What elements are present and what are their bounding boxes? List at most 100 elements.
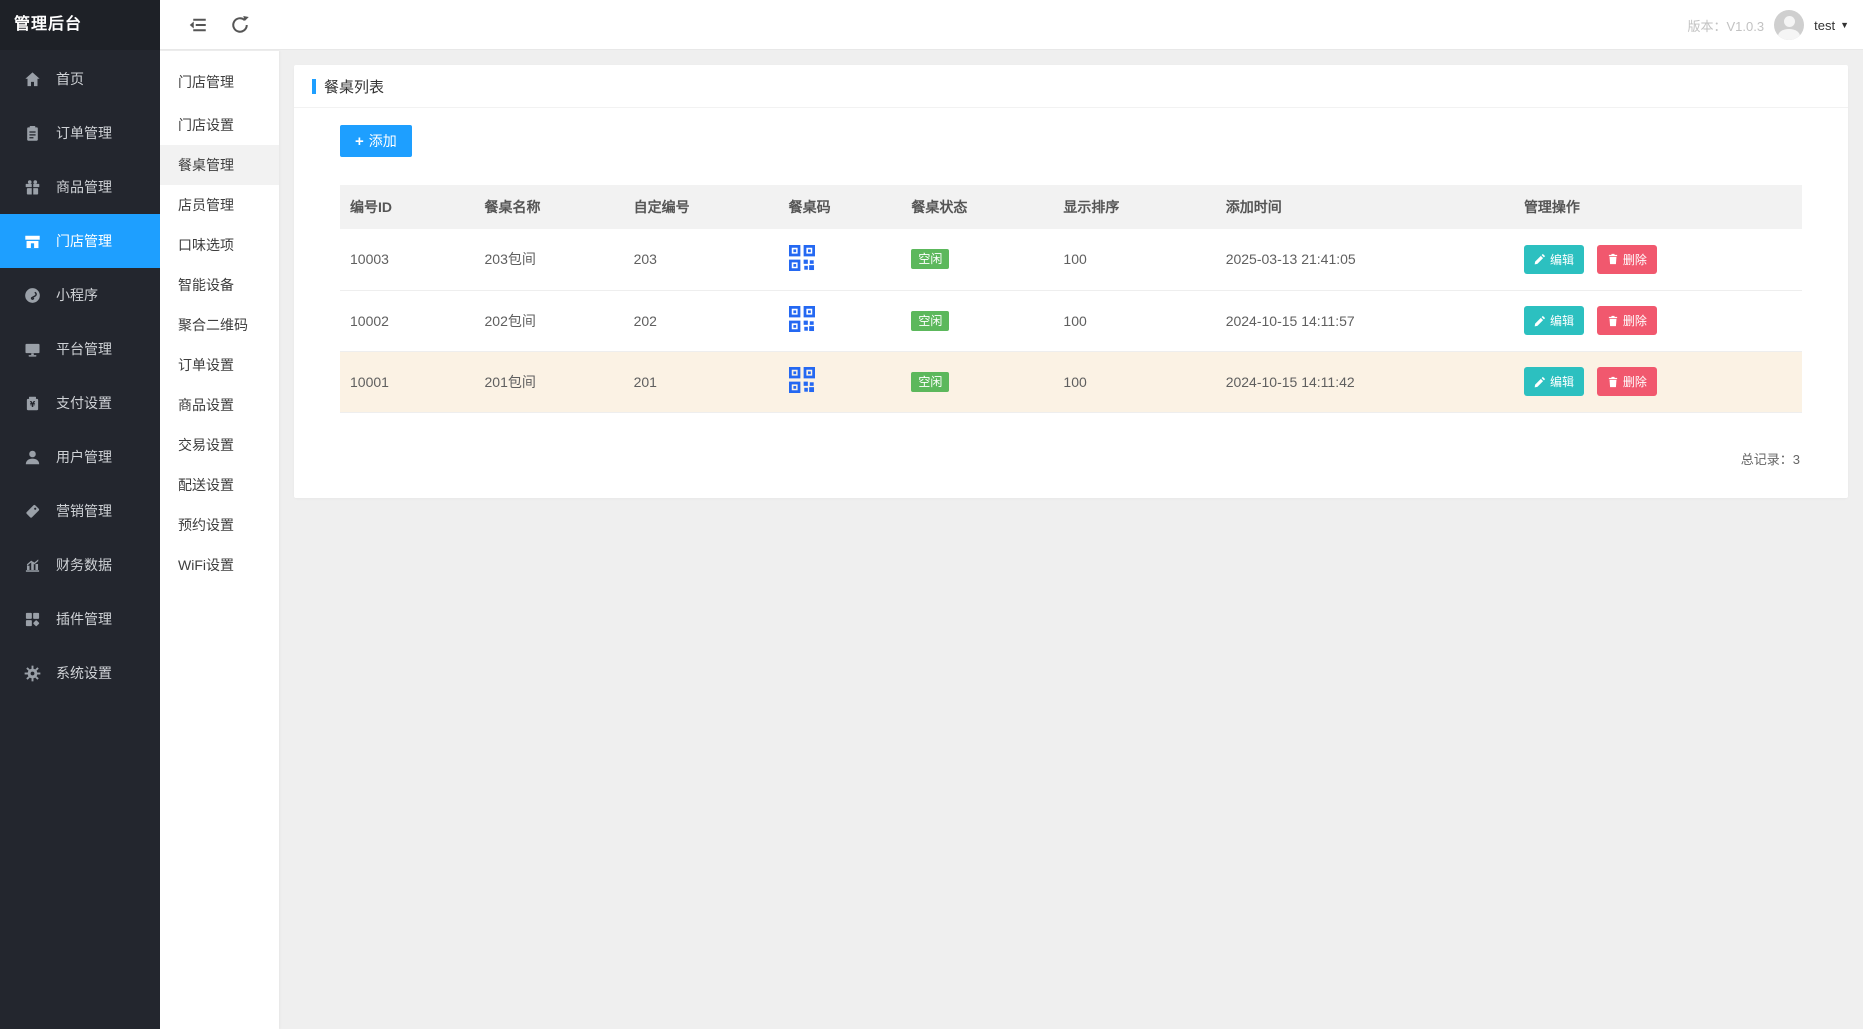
cell-time: 2024-10-15 14:11:57: [1216, 290, 1514, 351]
version-label: 版本：V1.0.3: [1688, 16, 1765, 35]
submenu-item-reservation-settings[interactable]: 预约设置: [160, 505, 279, 545]
sidebar-item-settings[interactable]: 系统设置: [0, 646, 160, 700]
user-icon: [24, 449, 41, 466]
tables-table: 编号ID 餐桌名称 自定编号 餐桌码 餐桌状态 显示排序 添加时间 管理操作 1…: [340, 185, 1802, 413]
sidebar-item-label: 商品管理: [56, 177, 112, 197]
submenu-item-smart-devices[interactable]: 智能设备: [160, 265, 279, 305]
product-icon: [24, 179, 41, 196]
submenu-item-flavor-options[interactable]: 口味选项: [160, 225, 279, 265]
delete-button[interactable]: 删除: [1597, 245, 1657, 274]
main-sidebar: 管理后台 首页 订单管理 商品管理 门店管理 小程序 平台管理 ¥ 支: [0, 0, 160, 1029]
cell-code: 201: [624, 351, 779, 412]
cell-sort: 100: [1053, 290, 1215, 351]
submenu-item-store-settings[interactable]: 门店设置: [160, 105, 279, 145]
edit-button[interactable]: 编辑: [1524, 245, 1584, 274]
cell-sort: 100: [1053, 351, 1215, 412]
cell-name: 202包间: [475, 290, 624, 351]
col-actions: 管理操作: [1514, 185, 1802, 229]
finance-icon: [24, 557, 41, 574]
sidebar-item-products[interactable]: 商品管理: [0, 160, 160, 214]
cell-id: 10003: [340, 229, 475, 290]
col-sort: 显示排序: [1053, 185, 1215, 229]
submenu-item-trade-settings[interactable]: 交易设置: [160, 425, 279, 465]
sidebar-item-label: 用户管理: [56, 447, 112, 467]
trash-icon: [1607, 376, 1619, 388]
submenu-item-wifi-settings[interactable]: WiFi设置: [160, 545, 279, 585]
col-qrcode: 餐桌码: [779, 185, 902, 229]
qrcode-icon[interactable]: [789, 306, 815, 332]
page-title: 餐桌列表: [324, 76, 384, 97]
sidebar-item-marketing[interactable]: 营销管理: [0, 484, 160, 538]
status-badge: 空闲: [911, 372, 949, 392]
submenu-item-delivery-settings[interactable]: 配送设置: [160, 465, 279, 505]
cell-name: 203包间: [475, 229, 624, 290]
sidebar-item-label: 支付设置: [56, 393, 112, 413]
secondary-sidebar: 门店管理 门店设置 餐桌管理 店员管理 口味选项 智能设备 聚合二维码 订单设置…: [160, 51, 279, 1029]
cell-sort: 100: [1053, 229, 1215, 290]
sidebar-item-plugins[interactable]: 插件管理: [0, 592, 160, 646]
col-code: 自定编号: [624, 185, 779, 229]
plugin-icon: [24, 611, 41, 628]
trash-icon: [1607, 315, 1619, 327]
edit-button[interactable]: 编辑: [1524, 306, 1584, 335]
cell-code: 202: [624, 290, 779, 351]
cell-id: 10001: [340, 351, 475, 412]
edit-button[interactable]: 编辑: [1524, 367, 1584, 396]
main-content: 餐桌列表 + 添加 编号ID 餐桌名称 自定编号 餐桌码 餐桌状: [279, 51, 1863, 1029]
cell-time: 2024-10-15 14:11:42: [1216, 351, 1514, 412]
status-badge: 空闲: [911, 249, 949, 269]
sidebar-item-users[interactable]: 用户管理: [0, 430, 160, 484]
collapse-menu-icon[interactable]: [188, 15, 208, 35]
submenu-item-staff[interactable]: 店员管理: [160, 185, 279, 225]
submenu-item-aggregate-qrcode[interactable]: 聚合二维码: [160, 305, 279, 345]
delete-button[interactable]: 删除: [1597, 306, 1657, 335]
order-icon: [24, 125, 41, 142]
sidebar-item-label: 系统设置: [56, 663, 112, 683]
sidebar-item-label: 平台管理: [56, 339, 112, 359]
add-button-label: 添加: [369, 131, 397, 151]
col-status: 餐桌状态: [901, 185, 1053, 229]
chevron-down-icon: ▼: [1840, 20, 1849, 30]
submenu-item-order-settings[interactable]: 订单设置: [160, 345, 279, 385]
qrcode-icon[interactable]: [789, 367, 815, 393]
svg-text:¥: ¥: [30, 400, 36, 409]
delete-button[interactable]: 删除: [1597, 367, 1657, 396]
marketing-icon: [24, 503, 41, 520]
title-accent-bar: [312, 79, 316, 94]
payment-icon: ¥: [24, 395, 41, 412]
sidebar-item-payment[interactable]: ¥ 支付设置: [0, 376, 160, 430]
submenu-item-product-settings[interactable]: 商品设置: [160, 385, 279, 425]
status-badge: 空闲: [911, 311, 949, 331]
sidebar-item-finance[interactable]: 财务数据: [0, 538, 160, 592]
pencil-icon: [1534, 315, 1546, 327]
sidebar-item-platform[interactable]: 平台管理: [0, 322, 160, 376]
qrcode-icon[interactable]: [789, 245, 815, 271]
home-icon: [24, 71, 41, 88]
col-name: 餐桌名称: [475, 185, 624, 229]
sidebar-item-home[interactable]: 首页: [0, 52, 160, 106]
miniprogram-icon: [24, 287, 41, 304]
cell-code: 203: [624, 229, 779, 290]
table-row: 10001 201包间 201 空闲 100 2024-10-15 14:11:…: [340, 351, 1802, 412]
submenu-item-table-management[interactable]: 餐桌管理: [160, 145, 279, 185]
table-header-row: 编号ID 餐桌名称 自定编号 餐桌码 餐桌状态 显示排序 添加时间 管理操作: [340, 185, 1802, 229]
col-time: 添加时间: [1216, 185, 1514, 229]
app-title: 管理后台: [0, 0, 160, 50]
refresh-icon[interactable]: [230, 15, 250, 35]
cell-name: 201包间: [475, 351, 624, 412]
table-row: 10002 202包间 202 空闲 100 2024-10-15 14:11:…: [340, 290, 1802, 351]
total-records: 总记录：3: [340, 413, 1802, 468]
avatar[interactable]: [1774, 10, 1804, 40]
table-list-card: 餐桌列表 + 添加 编号ID 餐桌名称 自定编号 餐桌码 餐桌状: [294, 65, 1848, 498]
sidebar-item-label: 小程序: [56, 285, 98, 305]
table-row: 10003 203包间 203 空闲 100 2025-03-13 21:41:…: [340, 229, 1802, 290]
add-button[interactable]: + 添加: [340, 125, 412, 157]
sidebar-item-store[interactable]: 门店管理: [0, 214, 160, 268]
top-header: 版本：V1.0.3 test ▼: [160, 0, 1863, 50]
sidebar-item-label: 门店管理: [56, 231, 112, 251]
sidebar-item-miniprogram[interactable]: 小程序: [0, 268, 160, 322]
platform-icon: [24, 341, 41, 358]
sidebar-item-label: 财务数据: [56, 555, 112, 575]
sidebar-item-orders[interactable]: 订单管理: [0, 106, 160, 160]
user-dropdown[interactable]: test ▼: [1814, 18, 1849, 33]
